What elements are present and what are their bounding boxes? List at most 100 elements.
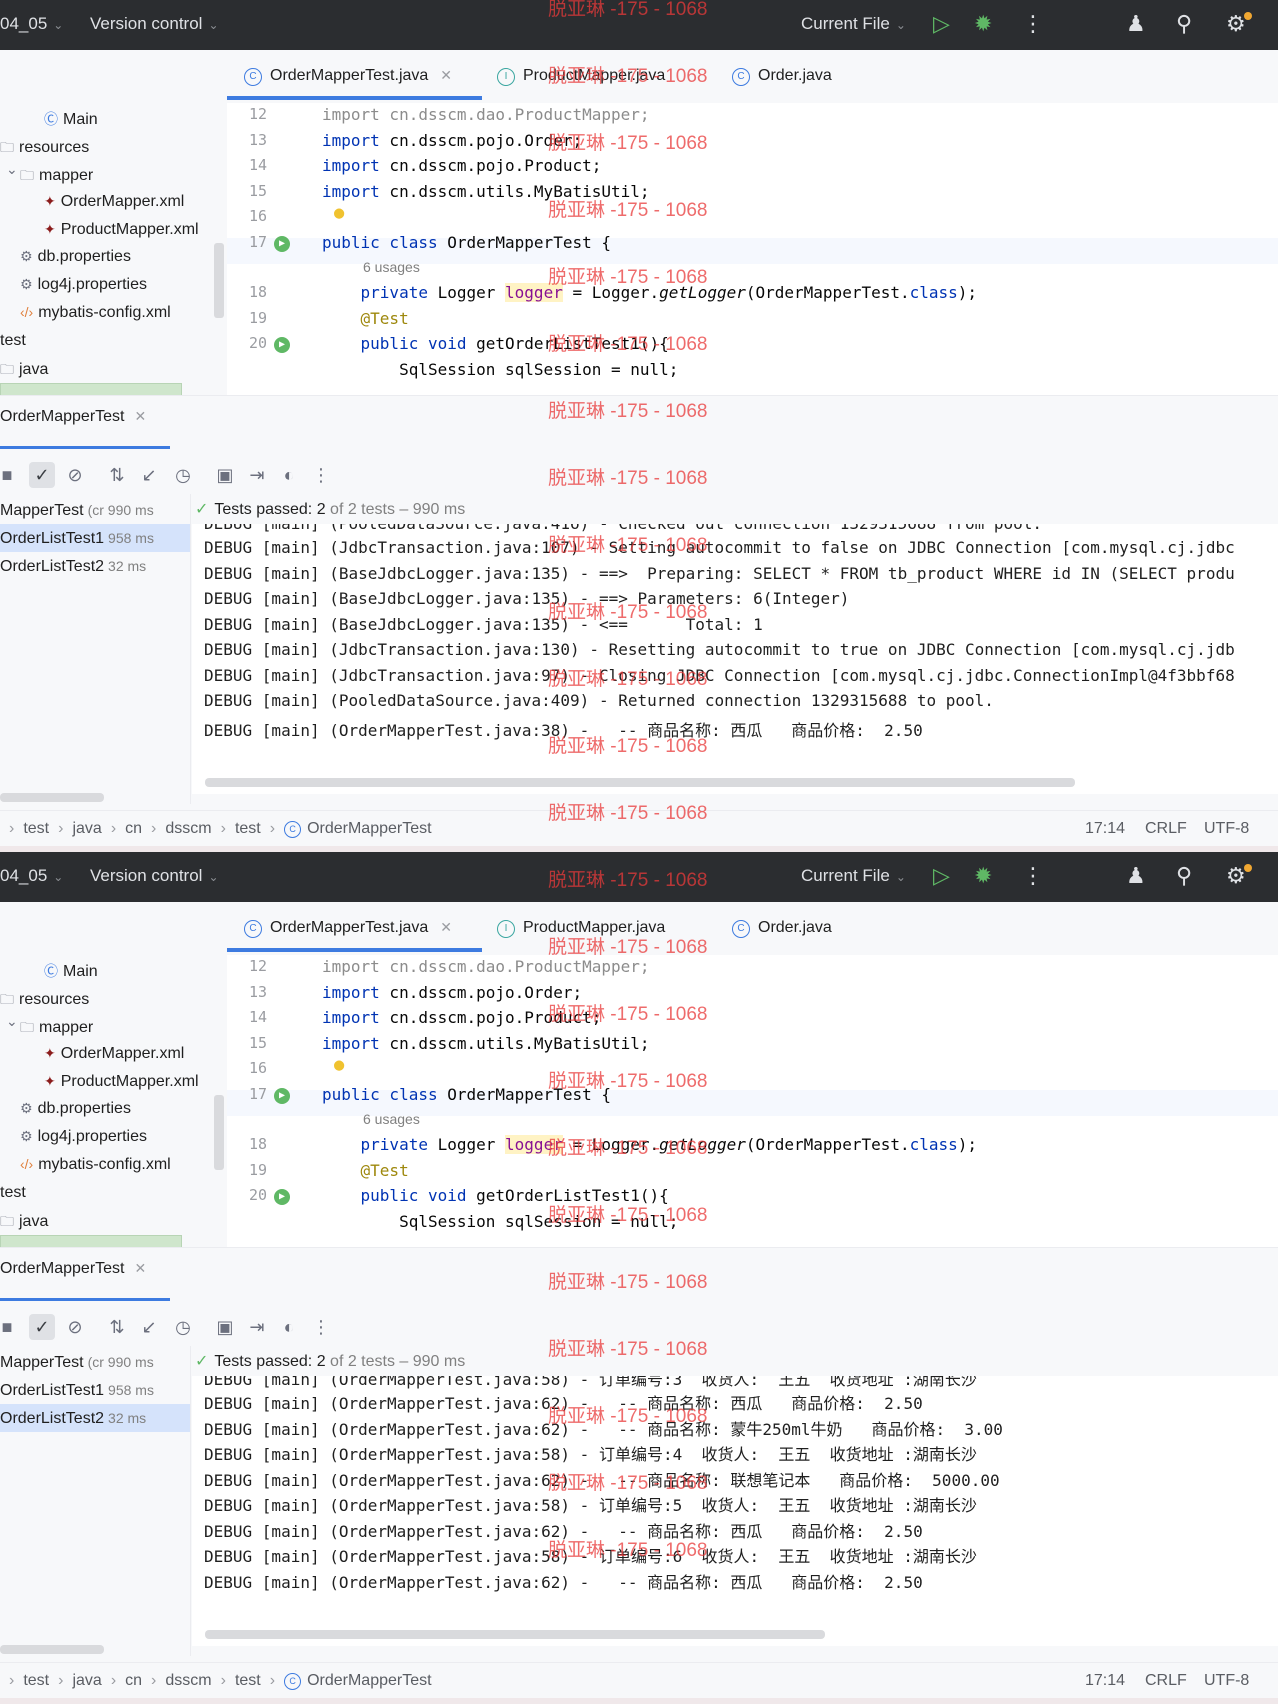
show-passed-icon[interactable]: ✓ xyxy=(29,1314,55,1340)
coverage-icon[interactable]: ◐ xyxy=(276,462,302,488)
project-scrollbar[interactable] xyxy=(214,1095,224,1170)
tab-order[interactable]: C Order.java xyxy=(732,67,832,86)
tree-item-main[interactable]: Ⓒ Main xyxy=(44,961,98,981)
history-icon[interactable]: ◷ xyxy=(170,1314,196,1340)
add-user-icon[interactable]: ♟ xyxy=(1126,11,1146,37)
stop-icon[interactable]: ■ xyxy=(0,1314,20,1340)
more-vertical-icon[interactable]: ⋮ xyxy=(1022,11,1044,37)
camera-icon[interactable]: ▣ xyxy=(212,1314,238,1340)
close-icon[interactable]: ✕ xyxy=(135,408,147,424)
breadcrumb-item[interactable]: dsscm xyxy=(165,820,211,837)
line-separator[interactable]: CRLF xyxy=(1145,1672,1187,1690)
debug-icon[interactable]: ✹ xyxy=(974,11,992,37)
show-ignored-icon[interactable]: ⊘ xyxy=(62,1314,88,1340)
breadcrumb-item[interactable]: test xyxy=(235,820,261,837)
tree-scrollbar[interactable] xyxy=(0,793,104,802)
breadcrumb-item[interactable]: OrderMapperTest xyxy=(307,1672,432,1689)
close-icon[interactable]: ✕ xyxy=(440,67,452,83)
tree-item-db-properties[interactable]: ⚙ db.properties xyxy=(20,248,131,266)
tree-item-java[interactable]: 🗀 java xyxy=(0,359,48,383)
tree-item-mapper[interactable]: ⌄ 🗀 mapper xyxy=(6,161,93,189)
test-item[interactable]: OrderListTest1 958 ms xyxy=(0,524,190,552)
cursor-position[interactable]: 17:14 xyxy=(1085,820,1125,838)
breadcrumb-item[interactable]: dsscm xyxy=(165,1672,211,1689)
lightbulb-icon[interactable]: ● xyxy=(334,1055,344,1075)
sort-alphabetically-icon[interactable]: ⇅ xyxy=(104,1314,130,1340)
console-scrollbar[interactable] xyxy=(205,778,1075,787)
show-ignored-icon[interactable]: ⊘ xyxy=(62,462,88,488)
breadcrumb-item[interactable]: cn xyxy=(125,1672,142,1689)
code-editor[interactable]: 12 13 14 15 16 17 18 19 20 import cn.dsscm.dao.Pr… xyxy=(227,955,1278,1247)
more-vertical-icon[interactable]: ⋮ xyxy=(308,1314,334,1340)
export-icon[interactable]: ⇥ xyxy=(244,1314,270,1340)
breadcrumb-item[interactable]: OrderMapperTest xyxy=(307,820,432,837)
chevron-down-icon[interactable]: ⌄ xyxy=(6,1013,18,1030)
tree-item-test[interactable]: test xyxy=(0,1184,26,1202)
tab-order[interactable]: C Order.java xyxy=(732,919,832,938)
breadcrumb-item[interactable]: cn xyxy=(125,820,142,837)
search-icon[interactable]: ⚲ xyxy=(1176,863,1192,889)
run-test-gutter-icon[interactable]: ▶ xyxy=(274,1087,290,1104)
tab-productmapper[interactable]: I ProductMapper.java xyxy=(497,67,665,86)
tree-item-productmapper-xml[interactable]: ✦ ProductMapper.xml xyxy=(44,1073,199,1091)
run-config-selector[interactable]: Current File ⌄ xyxy=(801,14,906,34)
project-scrollbar[interactable] xyxy=(214,243,224,318)
tree-item-db-properties[interactable]: ⚙ db.properties xyxy=(20,1100,131,1118)
file-encoding[interactable]: UTF-8 xyxy=(1204,820,1249,838)
tree-item-log4j-properties[interactable]: ⚙ log4j.properties xyxy=(20,1128,147,1146)
export-icon[interactable]: ⇥ xyxy=(244,462,270,488)
test-item[interactable]: OrderListTest2 32 ms xyxy=(0,552,190,580)
run-test-gutter-icon[interactable]: ▶ xyxy=(274,235,290,252)
breadcrumb-item[interactable]: test xyxy=(23,820,49,837)
tree-item-java[interactable]: 🗀 java xyxy=(0,1211,48,1235)
test-item[interactable]: OrderListTest1 958 ms xyxy=(0,1376,190,1404)
stop-icon[interactable]: ■ xyxy=(0,462,20,488)
run-tab[interactable]: OrderMapperTest ✕ xyxy=(0,1260,146,1278)
tree-item-log4j-properties[interactable]: ⚙ log4j.properties xyxy=(20,276,147,294)
breadcrumb-item[interactable]: test xyxy=(23,1672,49,1689)
vcs-menu[interactable]: Version control ⌄ xyxy=(90,14,219,34)
tree-item-mybatis-config-xml[interactable]: ‹/› mybatis-config.xml xyxy=(20,1156,171,1174)
tab-ordermappertest[interactable]: C OrderMapperTest.java ✕ xyxy=(244,919,452,938)
chevron-down-icon[interactable]: ⌄ xyxy=(6,161,18,178)
search-icon[interactable]: ⚲ xyxy=(1176,11,1192,37)
test-item[interactable]: MapperTest (cr 990 ms xyxy=(0,1348,190,1376)
vcs-menu[interactable]: Version control ⌄ xyxy=(90,866,219,886)
tree-item-mapper[interactable]: ⌄ 🗀 mapper xyxy=(6,1013,93,1041)
project-selector[interactable]: 04_05 ⌄ xyxy=(0,866,63,886)
tab-productmapper[interactable]: I ProductMapper.java xyxy=(497,919,665,938)
coverage-icon[interactable]: ◐ xyxy=(276,1314,302,1340)
project-selector[interactable]: 04_05 ⌄ xyxy=(0,14,63,34)
tree-scrollbar[interactable] xyxy=(0,1645,104,1654)
tree-item-mybatis-config-xml[interactable]: ‹/› mybatis-config.xml xyxy=(20,304,171,322)
file-encoding[interactable]: UTF-8 xyxy=(1204,1672,1249,1690)
breadcrumb-item[interactable]: java xyxy=(72,1672,101,1689)
cursor-position[interactable]: 17:14 xyxy=(1085,1672,1125,1690)
camera-icon[interactable]: ▣ xyxy=(212,462,238,488)
console-scrollbar[interactable] xyxy=(205,1630,825,1639)
lightbulb-icon[interactable]: ● xyxy=(334,203,344,223)
history-icon[interactable]: ◷ xyxy=(170,462,196,488)
test-item[interactable]: MapperTest (cr 990 ms xyxy=(0,496,190,524)
collapse-icon[interactable]: ↙ xyxy=(136,1314,162,1340)
more-vertical-icon[interactable]: ⋮ xyxy=(1022,863,1044,889)
line-separator[interactable]: CRLF xyxy=(1145,820,1187,838)
tree-item-main[interactable]: Ⓒ Main xyxy=(44,109,98,129)
breadcrumb-item[interactable]: java xyxy=(72,820,101,837)
test-item[interactable]: OrderListTest2 32 ms xyxy=(0,1404,190,1432)
more-vertical-icon[interactable]: ⋮ xyxy=(308,462,334,488)
debug-icon[interactable]: ✹ xyxy=(974,863,992,889)
close-icon[interactable]: ✕ xyxy=(135,1260,147,1276)
show-passed-icon[interactable]: ✓ xyxy=(29,462,55,488)
run-test-gutter-icon[interactable]: ▶ xyxy=(274,337,290,353)
add-user-icon[interactable]: ♟ xyxy=(1126,863,1146,889)
sort-alphabetically-icon[interactable]: ⇅ xyxy=(104,462,130,488)
run-icon[interactable]: ▷ xyxy=(933,11,950,37)
usages-hint[interactable]: 6 usages xyxy=(363,1111,420,1127)
console-output[interactable]: DEBUG [main] (OrderMapperTest.java:58) -… xyxy=(192,1376,1278,1646)
code-editor[interactable]: 12 13 14 15 16 17 18 19 20 import cn.dsscm.dao.Pr… xyxy=(227,103,1278,395)
run-config-selector[interactable]: Current File ⌄ xyxy=(801,866,906,886)
breadcrumb-item[interactable]: test xyxy=(235,1672,261,1689)
tree-item-ordermapper-xml[interactable]: ✦ OrderMapper.xml xyxy=(44,193,184,211)
tree-item-productmapper-xml[interactable]: ✦ ProductMapper.xml xyxy=(44,221,199,239)
